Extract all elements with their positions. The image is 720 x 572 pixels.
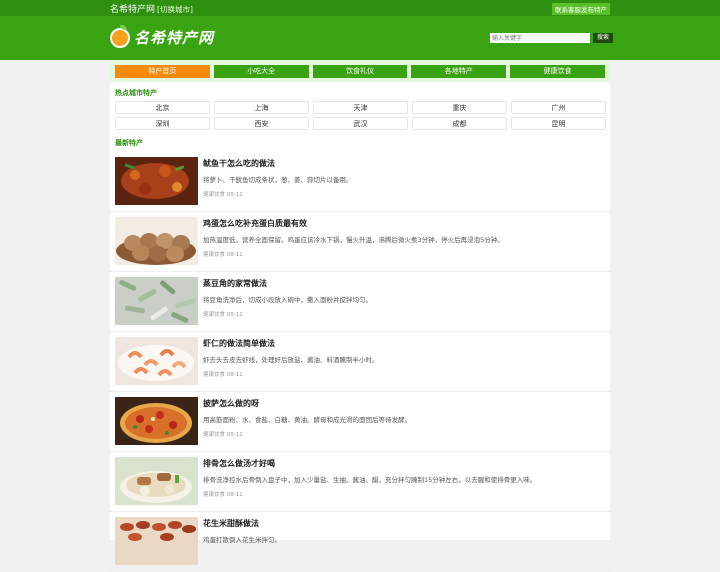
search-button[interactable]: 搜索: [593, 33, 614, 43]
top-bar: 名希特产网 [切换城市] 联系客服发布特产: [0, 0, 720, 16]
article-title[interactable]: 披萨怎么做的呀: [203, 398, 603, 409]
city-grid: 北京 上海 天津 重庆 广州 深圳 西安 武汉 成都 昆明: [110, 98, 610, 130]
article-item[interactable]: 花生米甜酥做法 鸡蛋打散倒入花生米拌匀。: [110, 512, 610, 572]
article-desc: 将萝卜、干鱿鱼切成条状，葱、姜、蒜切片以备用。: [203, 176, 353, 184]
site-name[interactable]: 名希特产网 [切换城市]: [110, 2, 193, 15]
pizza-image[interactable]: [115, 397, 198, 445]
article-item[interactable]: 鱿鱼干怎么吃的做法 将萝卜、干鱿鱼切成条状，葱、姜、蒜切片以备用。 健康饮食 0…: [110, 152, 610, 212]
shrimp-image[interactable]: [115, 337, 198, 385]
switch-city-link[interactable]: [切换城市]: [157, 5, 193, 14]
green-beans-image[interactable]: [115, 277, 198, 325]
article-desc: 用高筋面粉、水、食盐、白糖、黄油、酵母和成光滑的面团后等待发酵。: [203, 416, 411, 424]
article-title[interactable]: 排骨怎么做汤才好喝: [203, 458, 603, 469]
search-form: 搜索: [490, 33, 614, 43]
article-item[interactable]: 披萨怎么做的呀 用高筋面粉、水、食盐、白糖、黄油、酵母和成光滑的面团后等待发酵。…: [110, 392, 610, 452]
article-desc: 将豆角洗净后，切成小段放入碗中，撒入面粉并搅拌均匀。: [203, 296, 372, 304]
nav-item-snacks[interactable]: 小吃大全: [213, 65, 309, 78]
eggs-image[interactable]: [115, 217, 198, 265]
city-link[interactable]: 广州: [511, 101, 606, 114]
contact-button[interactable]: 联系客服发布特产: [552, 3, 610, 15]
article-title[interactable]: 鸡蛋怎么吃补充蛋白质最有效: [203, 218, 603, 229]
logo-text: 名希特产网: [134, 29, 215, 47]
article-desc: 排骨洗净控水后骨倒入盘子中，加入少量盐、生抽、酱油、醋，充分拌匀腌制15分钟左右…: [203, 476, 537, 484]
rib-soup-image[interactable]: [115, 457, 198, 505]
article-meta: 健康饮食 08-11: [203, 252, 243, 258]
hot-cities-title: 热点城市特产: [115, 89, 157, 97]
article-item[interactable]: 排骨怎么做汤才好喝 排骨洗净控水后骨倒入盘子中，加入少量盐、生抽、酱油、醋，充分…: [110, 452, 610, 512]
latest-title: 最新特产: [115, 139, 143, 147]
article-item[interactable]: 鸡蛋怎么吃补充蛋白质最有效 加热温度低，营养全面保留。鸡蛋应该冷水下锅，慢火升温…: [110, 212, 610, 272]
peanuts-image[interactable]: [115, 517, 198, 565]
article-title[interactable]: 虾仁的做法简单做法: [203, 338, 603, 349]
main-content: 特产首页 小吃大全 饮食礼仪 各地特产 健康饮食 热点城市特产 北京 上海 天津…: [110, 60, 610, 572]
header: 名希特产网 搜索: [0, 16, 720, 60]
nav-item-health[interactable]: 健康饮食: [510, 65, 605, 78]
article-title[interactable]: 蒸豆角的家常做法: [203, 278, 603, 289]
city-link[interactable]: 西安: [214, 117, 309, 130]
article-item[interactable]: 蒸豆角的家常做法 将豆角洗净后，切成小段放入碗中，撒入面粉并搅拌均匀。 健康饮食…: [110, 272, 610, 332]
city-link[interactable]: 武汉: [313, 117, 408, 130]
city-link[interactable]: 北京: [115, 101, 210, 114]
article-meta: 健康饮食 08-11: [203, 432, 243, 438]
orange-logo-icon: [110, 24, 130, 48]
article-list: 鱿鱼干怎么吃的做法 将萝卜、干鱿鱼切成条状，葱、姜、蒜切片以备用。 健康饮食 0…: [110, 152, 610, 572]
article-meta: 健康饮食 08-11: [203, 312, 243, 318]
nav-item-regional[interactable]: 各地特产: [411, 65, 507, 78]
logo[interactable]: 名希特产网: [110, 24, 215, 48]
city-link[interactable]: 上海: [214, 101, 309, 114]
article-meta: 健康饮食 08-11: [203, 372, 243, 378]
city-link[interactable]: 重庆: [412, 101, 507, 114]
squid-dish-image[interactable]: [115, 157, 198, 205]
article-meta: 健康饮食 08-11: [203, 492, 243, 498]
article-meta: 健康饮食 08-11: [203, 192, 243, 198]
city-link[interactable]: 深圳: [115, 117, 210, 130]
article-desc: 加热温度低，营养全面保留。鸡蛋应该冷水下锅，慢火升温，沸腾后微火煮3分钟，停火后…: [203, 236, 504, 244]
article-title[interactable]: 花生米甜酥做法: [203, 518, 603, 529]
article-title[interactable]: 鱿鱼干怎么吃的做法: [203, 158, 603, 169]
nav-item-etiquette[interactable]: 饮食礼仪: [312, 65, 408, 78]
main-nav: 特产首页 小吃大全 饮食礼仪 各地特产 健康饮食: [110, 60, 610, 82]
article-item[interactable]: 虾仁的做法简单做法 虾去头去皮去虾线，处理好后放盐、酱油、料酒腌制半小时。 健康…: [110, 332, 610, 392]
search-input[interactable]: [490, 33, 590, 43]
nav-item-home[interactable]: 特产首页: [115, 65, 210, 78]
article-desc: 鸡蛋打散倒入花生米拌匀。: [203, 536, 281, 544]
article-desc: 虾去头去皮去虾线，处理好后放盐、酱油、料酒腌制半小时。: [203, 356, 379, 364]
city-link[interactable]: 昆明: [511, 117, 606, 130]
city-link[interactable]: 成都: [412, 117, 507, 130]
city-link[interactable]: 天津: [313, 101, 408, 114]
